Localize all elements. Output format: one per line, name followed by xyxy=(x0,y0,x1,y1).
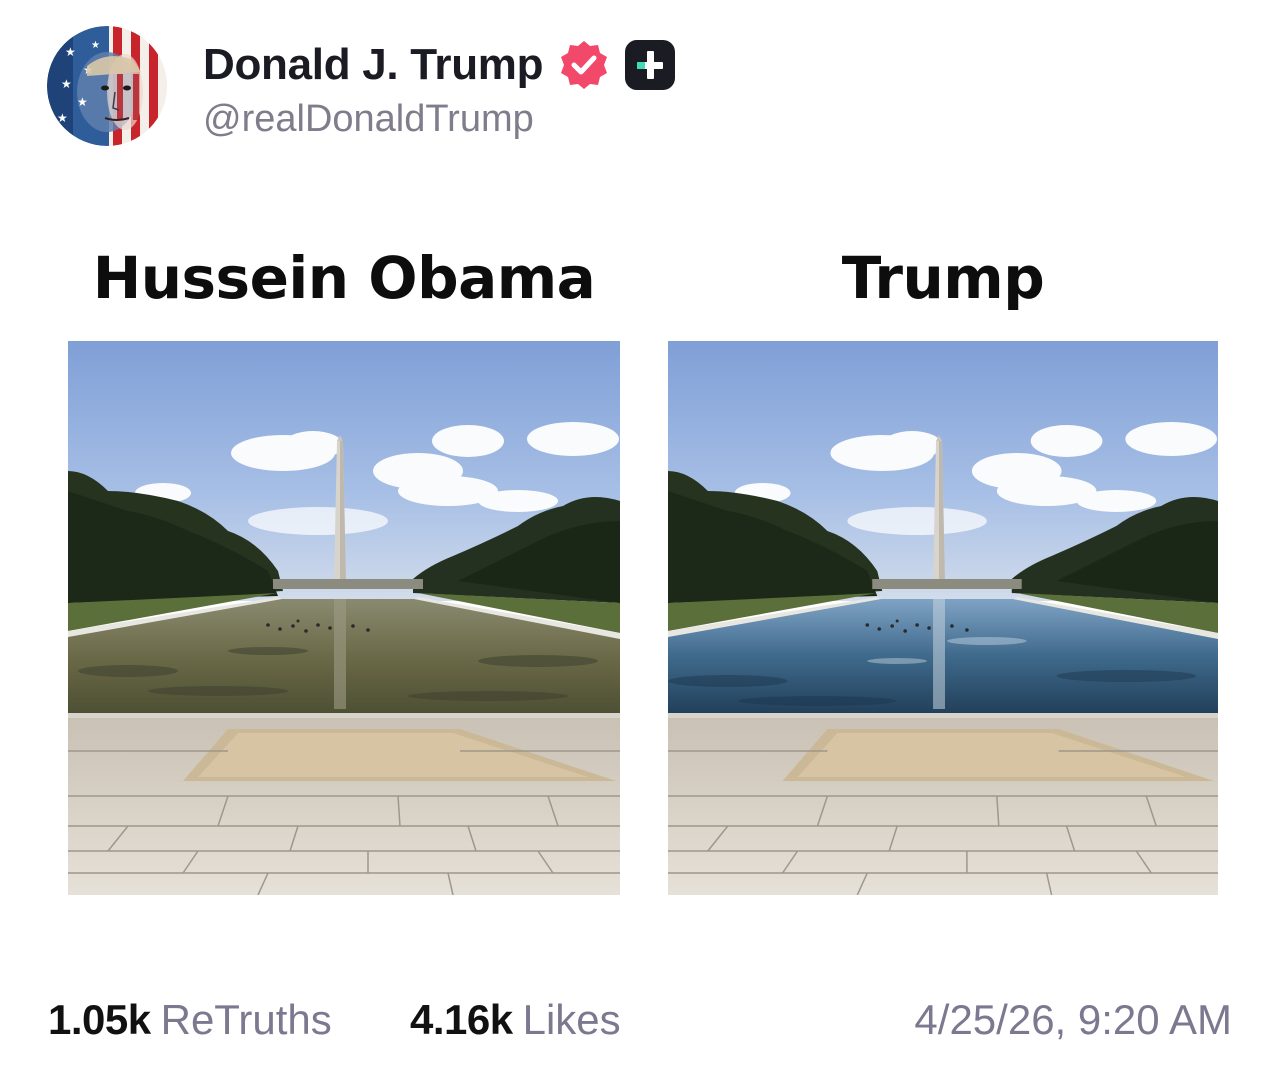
author-handle[interactable]: @realDonaldTrump xyxy=(203,98,534,141)
right-photo-clean-pool[interactable] xyxy=(668,341,1218,895)
post-header: ★ ★ ★ ★ ★ ★ Donald J. Trump xyxy=(47,26,767,146)
post-footer: 1.05k ReTruths 4.16k Likes 4/25/26, 9:20 A… xyxy=(48,996,1232,1048)
left-photo-murky-pool[interactable] xyxy=(68,341,620,895)
right-image-caption: Trump xyxy=(841,244,1045,312)
truth-plus-icon xyxy=(625,40,676,90)
post-timestamp[interactable]: 4/25/26, 9:20 AM xyxy=(914,996,1232,1044)
author-name-row: Donald J. Trump xyxy=(203,38,677,92)
verified-badge-icon xyxy=(561,41,608,89)
retruths-count: 1.05k xyxy=(48,996,151,1043)
likes-stat[interactable]: 4.16k Likes xyxy=(410,996,621,1044)
svg-text:★: ★ xyxy=(77,95,88,109)
svg-text:★: ★ xyxy=(61,77,72,91)
svg-text:★: ★ xyxy=(65,45,76,59)
likes-count: 4.16k xyxy=(410,996,513,1043)
svg-text:★: ★ xyxy=(57,111,68,125)
author-display-name[interactable]: Donald J. Trump xyxy=(203,40,544,90)
svg-text:★: ★ xyxy=(91,40,100,51)
retruths-label: ReTruths xyxy=(160,996,332,1043)
author-avatar[interactable]: ★ ★ ★ ★ ★ ★ xyxy=(47,26,167,146)
likes-label: Likes xyxy=(522,996,621,1043)
retruths-stat[interactable]: 1.05k ReTruths xyxy=(48,996,332,1044)
left-image-caption: Hussein Obama xyxy=(92,244,596,312)
